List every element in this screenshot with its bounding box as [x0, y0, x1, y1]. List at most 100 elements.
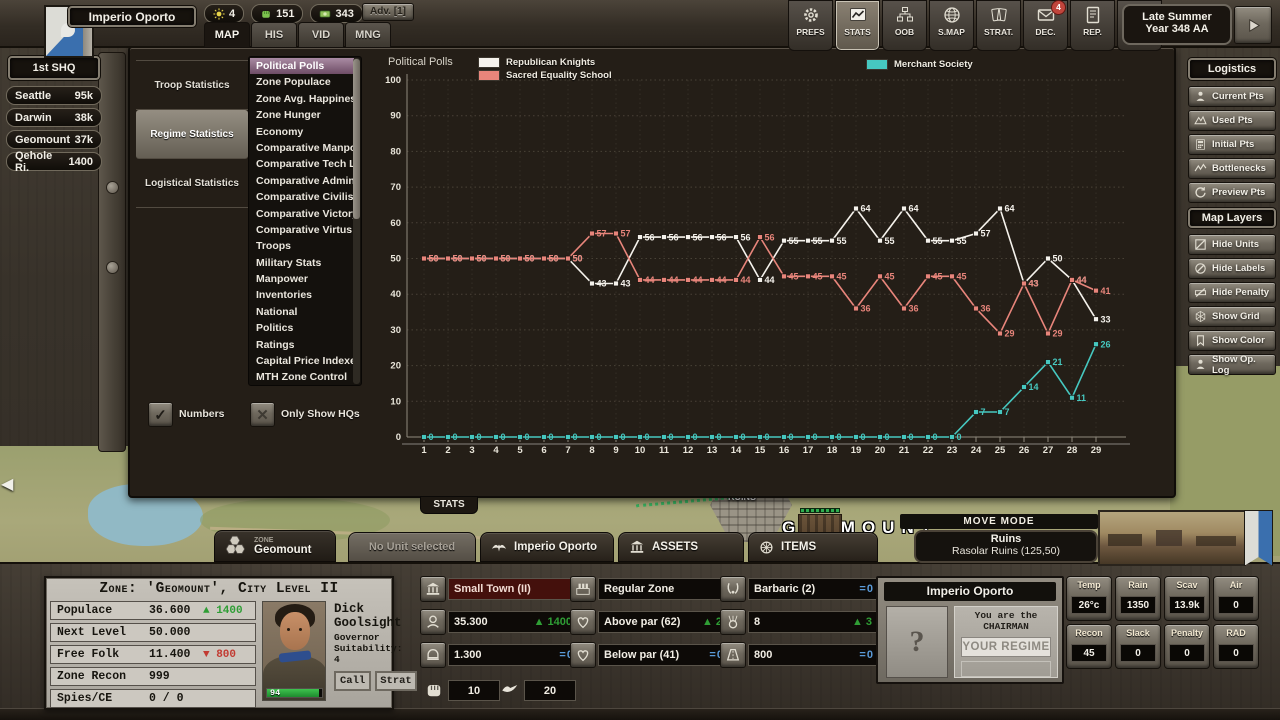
stat-list-item[interactable]: Manpower	[250, 271, 354, 287]
stat-list-item[interactable]: Economy	[250, 124, 354, 140]
map-layers-header: Map Layers	[1188, 208, 1276, 228]
nav-tab-map[interactable]: MAP	[204, 22, 250, 48]
your-regime-button[interactable]: YOUR REGIME	[961, 637, 1051, 657]
svg-text:55: 55	[885, 236, 895, 246]
tool-knob[interactable]	[106, 181, 119, 194]
top-button-rep[interactable]: REP.	[1070, 0, 1115, 51]
zone-row-nextlevel: Next Level50.000	[50, 623, 256, 642]
scrollbar-thumb[interactable]	[353, 59, 360, 219]
svg-text:36: 36	[861, 304, 871, 314]
city-button-qeholeri[interactable]: Qehole Ri.1400	[6, 152, 102, 171]
top-button-smap[interactable]: S.MAP	[929, 0, 974, 51]
sidebar-button-showcolor[interactable]: Show Color	[1188, 330, 1276, 351]
stat-list-item[interactable]: Capital Price Indexes	[250, 353, 354, 369]
stat-list-item[interactable]: Zone Avg. Happiness	[250, 91, 354, 107]
sidebar-button-hidepenalty[interactable]: Hide Penalty	[1188, 282, 1276, 303]
governor-portrait[interactable]: 94	[262, 601, 326, 701]
end-turn-button[interactable]	[1234, 6, 1272, 44]
svg-text:28: 28	[1067, 445, 1078, 456]
logistics-header-label: Logistics	[1208, 63, 1256, 75]
top-button-oob[interactable]: OOB	[882, 0, 927, 51]
nav-tab-his[interactable]: HIS	[251, 22, 297, 48]
call-button[interactable]: Call	[334, 671, 371, 691]
stat-list-item[interactable]: MTH Zone Control	[250, 369, 354, 385]
sidebar-button-bottlenecks[interactable]: Bottlenecks	[1188, 158, 1276, 179]
tab-items[interactable]: ITEMS	[748, 532, 878, 562]
stat-list-item[interactable]: Political Polls	[250, 58, 354, 74]
portrait-face	[280, 612, 310, 650]
svg-text:0: 0	[693, 432, 698, 442]
stat-list-item[interactable]: Politics	[250, 320, 354, 336]
zone-tag: ZONE	[254, 537, 312, 544]
checkbox-numbers[interactable]: ✓	[148, 402, 173, 427]
sidebar-button-currentpts[interactable]: Current Pts	[1188, 86, 1276, 107]
gauge-penalty: Penalty0	[1164, 624, 1210, 669]
city-button-darwin[interactable]: Darwin38k	[6, 108, 102, 127]
svg-text:100: 100	[385, 75, 401, 86]
gauge-rad: RAD0	[1213, 624, 1259, 669]
advisor-button[interactable]: Adv. [1]	[362, 3, 414, 21]
stat-list-item[interactable]: Ratings	[250, 337, 354, 353]
city-button-seattle[interactable]: Seattle95k	[6, 86, 102, 105]
checkbox-onlyshowhqs[interactable]: ✕	[250, 402, 275, 427]
scroll-left-arrow[interactable]: ◀	[1, 474, 13, 494]
tab-unit[interactable]: No Unit selected	[348, 532, 476, 562]
checkbox-label: Numbers	[179, 408, 225, 420]
sidebar-button-previewpts[interactable]: Preview Pts	[1188, 182, 1276, 203]
tab-assets[interactable]: ASSETS	[618, 532, 744, 562]
svg-text:33: 33	[1101, 314, 1111, 324]
sidebar-button-showgrid[interactable]: Show Grid	[1188, 306, 1276, 327]
sidebar-button-hideunits[interactable]: Hide Units	[1188, 234, 1276, 255]
globe-icon	[943, 6, 961, 24]
zone-stat-table: Populace36.600▲ 1400Next Level50.000Free…	[50, 601, 256, 711]
sidebar-button-usedpts[interactable]: Used Pts	[1188, 110, 1276, 131]
shq-button[interactable]: 1st SHQ	[8, 56, 100, 80]
top-button-strat[interactable]: STRAT.	[976, 0, 1021, 51]
city-button-geomount[interactable]: Geomount37k	[6, 130, 102, 149]
zone-row-label: Spies/CE	[57, 692, 112, 705]
main-nav-tabs: MAPHISVIDMNG	[204, 22, 391, 48]
stat-list-item[interactable]: Comparative Admin Level	[250, 173, 354, 189]
city-population: 38k	[75, 112, 93, 124]
gauge-temp: Temp26°c	[1066, 576, 1112, 621]
sidebar-button-hidelabels[interactable]: Hide Labels	[1188, 258, 1276, 279]
tab-regime[interactable]: Imperio Oporto	[480, 532, 614, 562]
stat-list-item[interactable]: Zone Hunger	[250, 107, 354, 123]
regime-name-plate[interactable]: Imperio Oporto	[68, 6, 196, 27]
stat-list-item[interactable]: Inventories	[250, 287, 354, 303]
stat-list-item[interactable]: Comparative Manpower	[250, 140, 354, 156]
svg-text:80: 80	[390, 146, 401, 157]
svg-text:0: 0	[525, 432, 530, 442]
stat-list-item[interactable]: Comparative Victory Score	[250, 206, 354, 222]
stat-list-item[interactable]: Comparative Tech Level	[250, 156, 354, 172]
nav-tab-mng[interactable]: MNG	[345, 22, 391, 48]
sidebar-button-initialpts[interactable]: Initial Pts	[1188, 134, 1276, 155]
list-scrollbar[interactable]	[353, 58, 360, 384]
zone-row-value: 0 / 0	[149, 692, 184, 705]
delta-eq: = 0	[859, 649, 872, 661]
stat-list-item[interactable]: Military Stats	[250, 255, 354, 271]
tool-knob[interactable]	[106, 261, 119, 274]
top-button-stats[interactable]: STATS	[835, 0, 880, 51]
top-button-dec[interactable]: DEC.4	[1023, 0, 1068, 51]
svg-text:7: 7	[981, 407, 986, 417]
strat-button[interactable]: Strat	[375, 671, 417, 691]
stat-list-item[interactable]: Zone Populace	[250, 74, 354, 90]
stat-category-troop[interactable]: Troop Statistics	[136, 61, 248, 110]
stat-list-item[interactable]: National	[250, 304, 354, 320]
nav-tab-vid[interactable]: VID	[298, 22, 344, 48]
sidebar-button-showoplog[interactable]: Show Op. Log	[1188, 354, 1276, 375]
cash-icon	[319, 8, 331, 20]
stats-drawer-tab[interactable]: STATS	[420, 496, 478, 514]
gauge-label: Penalty	[1165, 628, 1209, 638]
svg-text:4: 4	[493, 445, 499, 456]
top-button-prefs[interactable]: PREFS	[788, 0, 833, 51]
stat-category-regime[interactable]: Regime Statistics	[136, 110, 248, 159]
zone-stat-cell: 35.300▲ 1400	[448, 611, 578, 633]
logistics-header: Logistics	[1188, 58, 1276, 80]
stat-category-logistical[interactable]: Logistical Statistics	[136, 159, 248, 208]
stat-list-item[interactable]: Comparative Civilisation	[250, 189, 354, 205]
stat-list-item[interactable]: Comparative Virtus Score	[250, 222, 354, 238]
tab-zone[interactable]: ZONE Geomount	[214, 530, 336, 562]
stat-list-item[interactable]: Troops	[250, 238, 354, 254]
